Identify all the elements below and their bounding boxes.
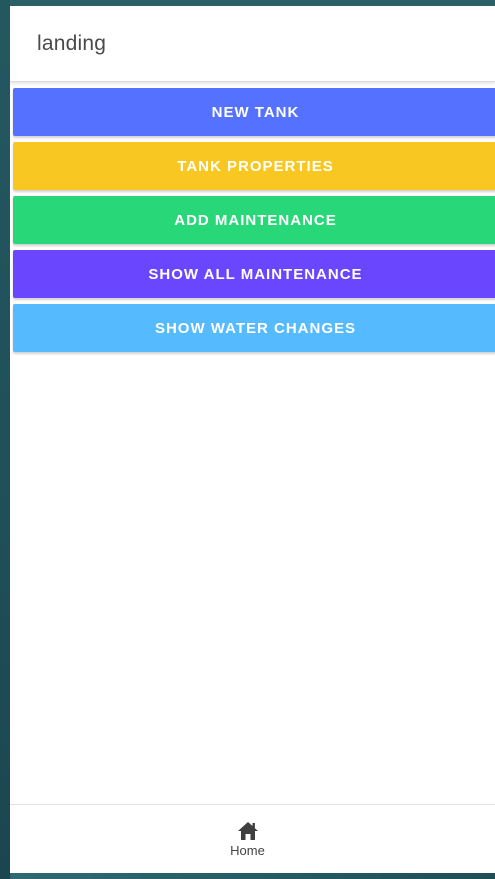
tank-properties-button[interactable]: TANK PROPERTIES bbox=[13, 142, 495, 190]
show-water-changes-button[interactable]: SHOW WATER CHANGES bbox=[13, 304, 495, 352]
show-all-maintenance-button[interactable]: SHOW ALL MAINTENANCE bbox=[13, 250, 495, 298]
app-window: landing NEW TANK TANK PROPERTIES ADD MAI… bbox=[10, 6, 495, 873]
main-menu: NEW TANK TANK PROPERTIES ADD MAINTENANCE… bbox=[10, 82, 495, 352]
page-title: landing bbox=[37, 31, 107, 55]
window-left-edge bbox=[0, 0, 10, 879]
new-tank-button[interactable]: NEW TANK bbox=[13, 88, 495, 136]
tab-home-label: Home bbox=[230, 842, 265, 858]
app-header: landing bbox=[10, 6, 495, 82]
bottom-tab-bar: Home bbox=[10, 804, 495, 873]
tab-home[interactable]: Home bbox=[230, 821, 265, 858]
add-maintenance-button[interactable]: ADD MAINTENANCE bbox=[13, 196, 495, 244]
home-icon bbox=[237, 821, 258, 840]
